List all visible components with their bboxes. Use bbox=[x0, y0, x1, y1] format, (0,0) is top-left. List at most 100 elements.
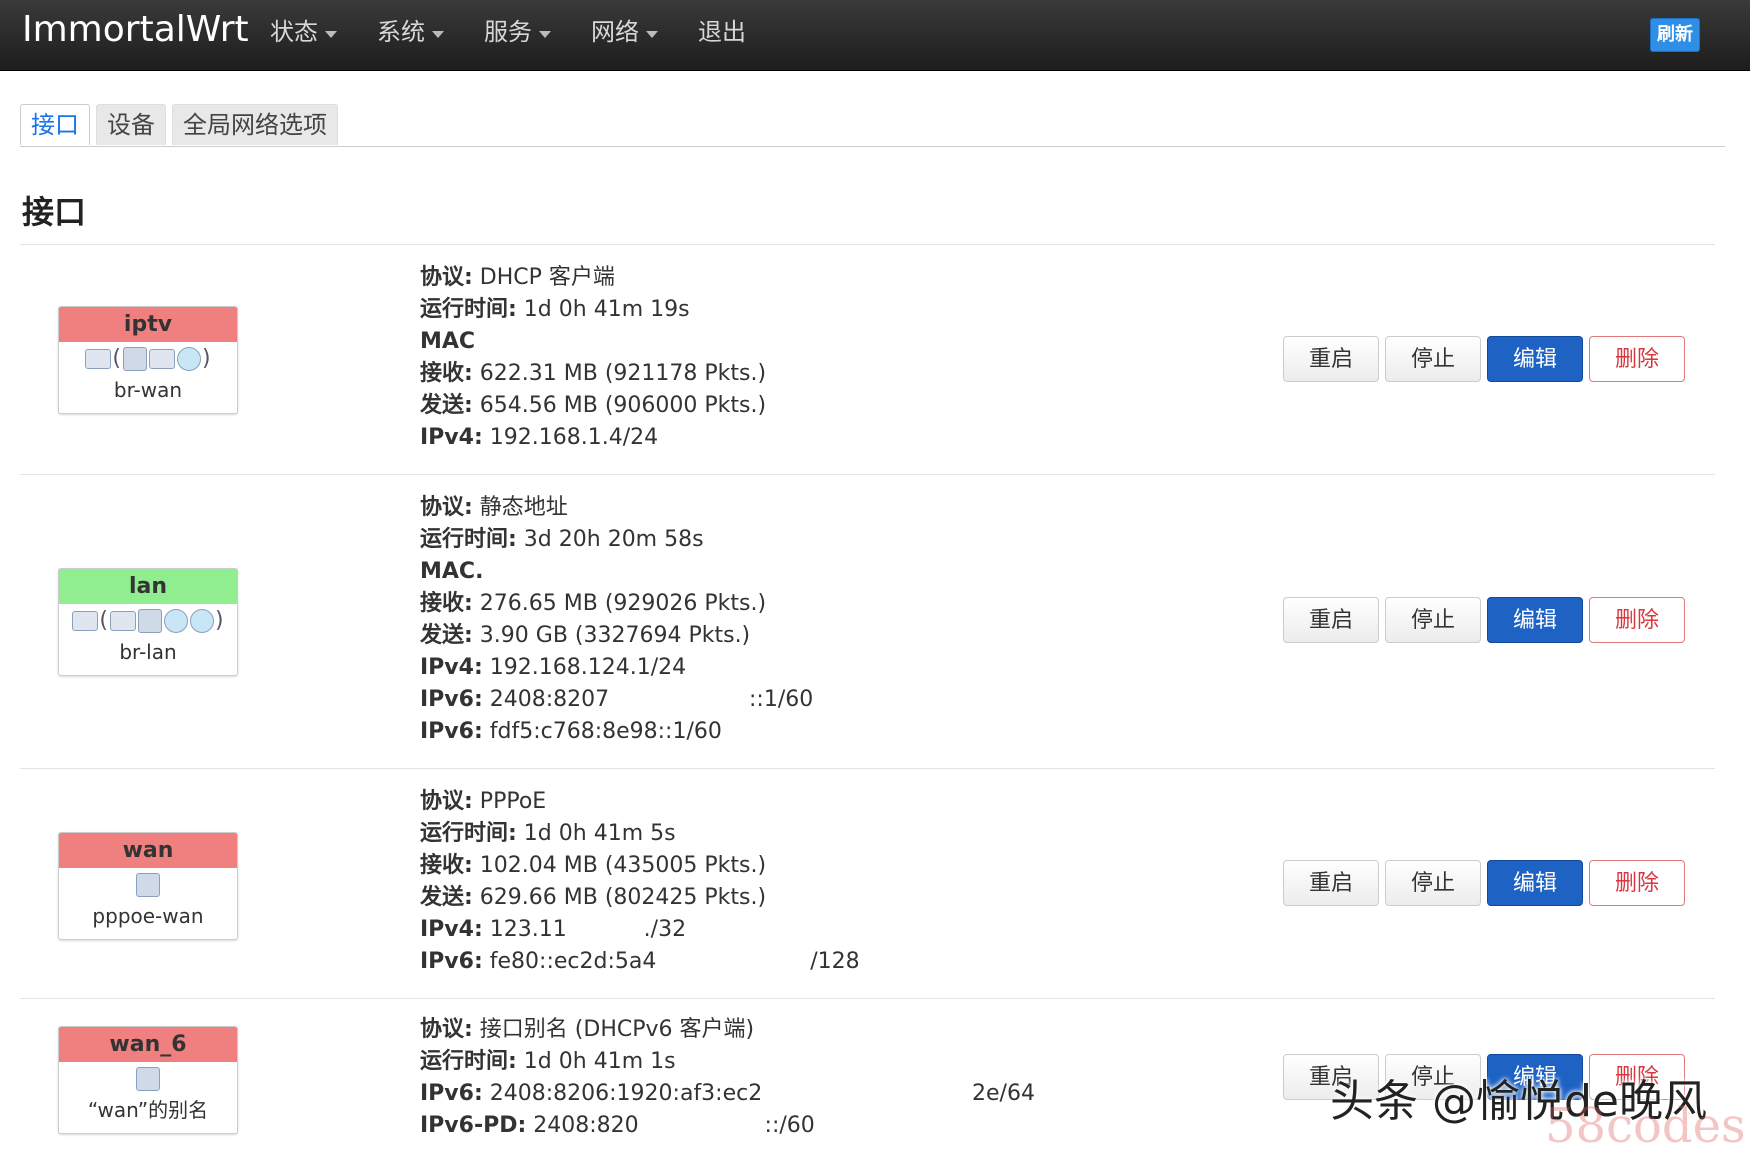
delete-button[interactable]: 删除 bbox=[1589, 336, 1685, 382]
wireless-icon bbox=[164, 609, 188, 633]
chevron-down-icon bbox=[432, 30, 444, 38]
info-value: fdf5:c768:8e98::1/60 bbox=[482, 719, 722, 744]
alias-icon bbox=[136, 1067, 160, 1091]
switch-icon bbox=[149, 349, 175, 369]
info-key: MAC. bbox=[420, 559, 484, 584]
switch-icon bbox=[85, 349, 112, 369]
menu-system[interactable]: 系统 bbox=[377, 14, 444, 50]
menu-network[interactable]: 网络 bbox=[591, 14, 658, 50]
interface-device: pppoe-wan bbox=[92, 904, 204, 928]
device-icons bbox=[59, 1062, 237, 1096]
info-line: IPv6: fe80::ec2d:5a4 /128 bbox=[420, 946, 860, 978]
interface-badge[interactable]: wan_6 “wan”的别名 bbox=[58, 1026, 238, 1134]
info-value: 1d 0h 41m 5s bbox=[516, 821, 676, 846]
interface-info: 协议: 接口别名 (DHCPv6 客户端) 运行时间: 1d 0h 41m 1s… bbox=[420, 1014, 1035, 1142]
info-key: 发送: bbox=[420, 393, 473, 418]
interface-device: br-lan bbox=[119, 640, 177, 664]
switch-icon bbox=[110, 611, 136, 631]
info-line: IPv6: 2408:8206:1920:af3:ec2 2e/64 bbox=[420, 1078, 1035, 1110]
refresh-button[interactable]: 刷新 bbox=[1650, 18, 1700, 52]
interface-device: br-wan bbox=[113, 378, 183, 402]
tab-global-network-options[interactable]: 全局网络选项 bbox=[172, 104, 338, 145]
menu-logout[interactable]: 退出 bbox=[698, 14, 746, 50]
brand-logo[interactable]: ImmortalWrt bbox=[22, 8, 249, 52]
info-value: 192.168.124.1/24 bbox=[482, 655, 687, 680]
info-value: DHCP 客户端 bbox=[472, 265, 615, 290]
tab-divider bbox=[20, 146, 1725, 147]
delete-button[interactable]: 删除 bbox=[1589, 860, 1685, 906]
interface-name: wan bbox=[59, 833, 237, 868]
edit-button[interactable]: 编辑 bbox=[1487, 860, 1583, 906]
interface-actions: 重启 停止 编辑 删除 bbox=[1283, 336, 1691, 382]
watermark-site: 58codes bbox=[1545, 1098, 1746, 1154]
stop-button[interactable]: 停止 bbox=[1385, 597, 1481, 643]
stop-button[interactable]: 停止 bbox=[1385, 860, 1481, 906]
info-key: 协议: bbox=[420, 789, 473, 814]
info-value: 192.168.1.4/24 bbox=[482, 425, 659, 450]
info-line: 运行时间: 1d 0h 41m 19s bbox=[420, 294, 766, 326]
info-key: 运行时间: bbox=[420, 1049, 517, 1074]
switch-icon bbox=[72, 611, 99, 631]
info-line: IPv4: 123.11 ./32 bbox=[420, 914, 860, 946]
restart-button[interactable]: 重启 bbox=[1283, 597, 1379, 643]
info-key: IPv6-PD: bbox=[420, 1113, 527, 1138]
interface-info: 协议: 静态地址 运行时间: 3d 20h 20m 58s MAC. 接收: 2… bbox=[420, 492, 813, 748]
info-key: IPv4: bbox=[420, 917, 483, 942]
menu-services[interactable]: 服务 bbox=[484, 14, 551, 50]
info-line: 运行时间: 1d 0h 41m 5s bbox=[420, 818, 860, 850]
info-value: 1d 0h 41m 19s bbox=[516, 297, 690, 322]
info-line: 发送: 3.90 GB (3327694 Pkts.) bbox=[420, 620, 813, 652]
info-value: 629.66 MB (802425 Pkts.) bbox=[472, 885, 767, 910]
info-key: 运行时间: bbox=[420, 297, 517, 322]
info-value: 2408:8207 ::1/60 bbox=[482, 687, 814, 712]
top-navbar: ImmortalWrt 状态 系统 服务 网络 退出 刷新 bbox=[0, 0, 1750, 71]
tab-bar: 接口 设备 全局网络选项 bbox=[20, 104, 344, 145]
info-value: 2408:8206:1920:af3:ec2 2e/64 bbox=[482, 1081, 1035, 1106]
menu-logout-label: 退出 bbox=[698, 18, 746, 46]
edit-button[interactable]: 编辑 bbox=[1487, 336, 1583, 382]
restart-button[interactable]: 重启 bbox=[1283, 336, 1379, 382]
interface-actions: 重启 停止 编辑 删除 bbox=[1283, 597, 1691, 643]
wireless-icon bbox=[190, 609, 214, 633]
info-line: 接收: 622.31 MB (921178 Pkts.) bbox=[420, 358, 766, 390]
interface-row-lan: lan () br-lan 协议: 静态地址 运行时间: 3d 20h 20m … bbox=[0, 474, 1750, 768]
info-line: 接收: 102.04 MB (435005 Pkts.) bbox=[420, 850, 860, 882]
info-key: IPv4: bbox=[420, 655, 483, 680]
page-title: 接口 bbox=[22, 193, 87, 231]
wireless-icon bbox=[177, 347, 201, 371]
info-line: 协议: DHCP 客户端 bbox=[420, 262, 766, 294]
info-line: IPv4: 192.168.1.4/24 bbox=[420, 422, 766, 454]
info-key: 协议: bbox=[420, 1017, 473, 1042]
chevron-down-icon bbox=[325, 30, 337, 38]
stop-button[interactable]: 停止 bbox=[1385, 336, 1481, 382]
info-line: 发送: 654.56 MB (906000 Pkts.) bbox=[420, 390, 766, 422]
info-key: IPv4: bbox=[420, 425, 483, 450]
info-line: 运行时间: 3d 20h 20m 58s bbox=[420, 524, 813, 556]
interface-info: 协议: DHCP 客户端 运行时间: 1d 0h 41m 19s MAC 接收:… bbox=[420, 262, 766, 454]
tab-interfaces[interactable]: 接口 bbox=[20, 104, 90, 145]
menu-status-label: 状态 bbox=[270, 18, 318, 46]
info-value: 276.65 MB (929026 Pkts.) bbox=[472, 591, 767, 616]
info-line: 发送: 629.66 MB (802425 Pkts.) bbox=[420, 882, 860, 914]
menu-services-label: 服务 bbox=[484, 18, 532, 46]
info-key: 发送: bbox=[420, 885, 473, 910]
interface-device: “wan”的别名 bbox=[87, 1098, 209, 1122]
interface-badge[interactable]: iptv () br-wan bbox=[58, 306, 238, 414]
restart-button[interactable]: 重启 bbox=[1283, 860, 1379, 906]
interface-name: iptv bbox=[59, 307, 237, 342]
info-line: 协议: PPPoE bbox=[420, 786, 860, 818]
interface-badge[interactable]: wan pppoe-wan bbox=[58, 832, 238, 940]
interface-name: wan_6 bbox=[59, 1027, 237, 1062]
info-key: 接收: bbox=[420, 853, 473, 878]
delete-button[interactable]: 删除 bbox=[1589, 597, 1685, 643]
tab-devices[interactable]: 设备 bbox=[96, 104, 166, 145]
interface-badge[interactable]: lan () br-lan bbox=[58, 568, 238, 676]
menu-system-label: 系统 bbox=[377, 18, 425, 46]
info-value: 静态地址 bbox=[472, 495, 568, 520]
info-key: MAC bbox=[420, 329, 476, 354]
info-key: 运行时间: bbox=[420, 527, 517, 552]
edit-button[interactable]: 编辑 bbox=[1487, 597, 1583, 643]
info-value: 3d 20h 20m 58s bbox=[516, 527, 704, 552]
menu-status[interactable]: 状态 bbox=[270, 14, 337, 50]
info-key: 协议: bbox=[420, 265, 473, 290]
